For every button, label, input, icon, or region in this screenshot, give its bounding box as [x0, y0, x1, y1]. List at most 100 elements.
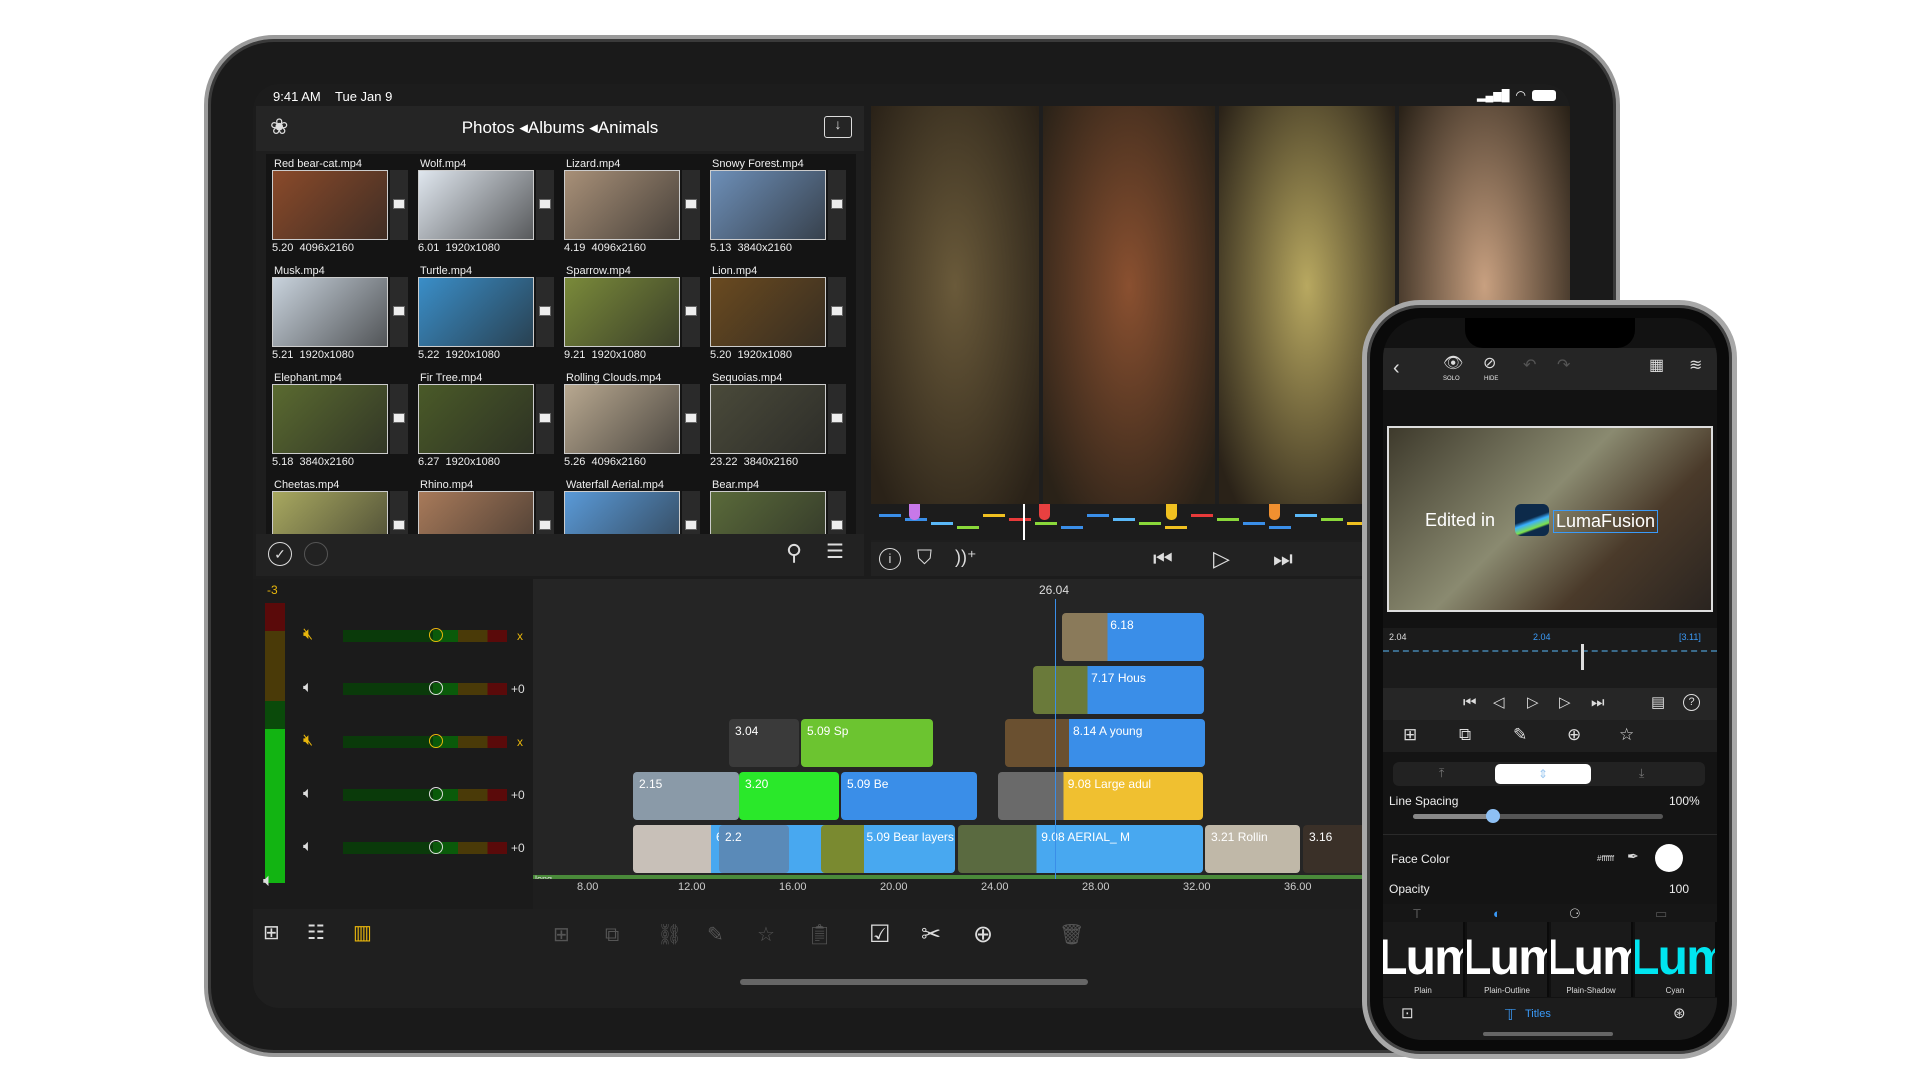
layers-icon[interactable]: ≋	[1689, 358, 1702, 374]
add-marker-icon[interactable]: ⛉	[917, 548, 932, 568]
edit-pencil-icon[interactable]: ✎	[707, 925, 724, 945]
overwrite-icon[interactable]: ⧉	[605, 925, 619, 945]
volume-knob[interactable]	[429, 840, 443, 854]
marker[interactable]	[1039, 504, 1050, 520]
solo-eye-icon[interactable]: 👁︎	[1443, 356, 1463, 372]
media-badge-icon[interactable]: ⊛	[1673, 1006, 1686, 1021]
play-icon[interactable]: ▷	[1213, 548, 1230, 570]
align-top-icon[interactable]: ⤒	[1439, 766, 1444, 781]
eyedropper-icon[interactable]: ✒	[1627, 848, 1639, 865]
media-tile[interactable]: Lion.mp4 5.20 1920x1080	[708, 265, 848, 370]
align-bottom-icon[interactable]: ⤓	[1639, 766, 1644, 781]
volume-slider[interactable]	[343, 842, 507, 854]
add-circle-icon[interactable]: ⊕	[973, 923, 993, 947]
step-forward-icon[interactable]: ▷	[1559, 695, 1571, 710]
undo-icon[interactable]: ↶	[1523, 358, 1536, 374]
timeline-clip[interactable]: 8.14 A young	[1005, 719, 1205, 767]
help-icon[interactable]: ?	[1683, 694, 1700, 711]
media-tile[interactable]: Waterfall Aerial.mp4	[562, 479, 702, 534]
record-icon[interactable]	[304, 542, 328, 566]
media-tile[interactable]: Red bear-cat.mp4 5.20 4096x2160	[270, 158, 410, 263]
color-style-icon[interactable]: ◐	[1493, 906, 1501, 921]
volume-knob[interactable]	[429, 787, 443, 801]
timeline-clip[interactable]: 7.17 Hous	[1033, 666, 1204, 714]
media-tile[interactable]: Fir Tree.mp4 6.27 1920x1080	[416, 372, 556, 477]
shapes-icon[interactable]: ⚆	[1569, 906, 1581, 922]
volume-knob[interactable]	[429, 734, 443, 748]
marker[interactable]	[909, 504, 920, 520]
import-icon[interactable]: ↓	[824, 116, 852, 138]
media-tile[interactable]: Turtle.mp4 5.22 1920x1080	[416, 265, 556, 370]
media-tile[interactable]: Lizard.mp4 4.19 4096x2160	[562, 158, 702, 263]
timeline-clip[interactable]: 5.09 Be	[841, 772, 977, 820]
redo-icon[interactable]: ↷	[1557, 358, 1570, 374]
volume-slider[interactable]	[343, 683, 507, 695]
titles-tab[interactable]: Titles	[1525, 1008, 1551, 1020]
select-checkbox-icon[interactable]: ☑	[869, 923, 891, 947]
media-tile[interactable]: Rhino.mp4	[416, 479, 556, 534]
edit-icon[interactable]: ✎	[1513, 726, 1527, 743]
media-tile[interactable]: Musk.mp4 5.21 1920x1080	[270, 265, 410, 370]
back-icon[interactable]: ‹	[1393, 358, 1400, 378]
media-tile[interactable]: Cheetas.mp4	[270, 479, 410, 534]
line-spacing-slider[interactable]	[1413, 809, 1663, 823]
track-list-icon[interactable]: ☷	[307, 923, 325, 943]
media-tile[interactable]: Sparrow.mp4 9.21 1920x1080	[562, 265, 702, 370]
playhead-line[interactable]	[1055, 599, 1056, 899]
skip-end-icon[interactable]: ⏭	[1591, 695, 1605, 710]
media-tile[interactable]: Snowy Forest.mp4 5.13 3840x2160	[708, 158, 848, 263]
speaker-icon[interactable]: 🔈︎	[303, 838, 313, 856]
add-icon[interactable]: ⊞	[1403, 726, 1417, 743]
media-tile[interactable]: Bear.mp4	[708, 479, 848, 534]
media-tile[interactable]: Rolling Clouds.mp4 5.26 4096x2160	[562, 372, 702, 477]
insert-icon[interactable]: ⊞	[553, 925, 570, 945]
breadcrumb[interactable]: Photos ◂Albums ◂Animals	[256, 118, 864, 138]
face-color-swatch[interactable]	[1655, 844, 1683, 872]
star-icon[interactable]: ☆	[1619, 726, 1634, 743]
scissors-icon[interactable]: ✂	[921, 923, 941, 947]
timeline-clip[interactable]: 2.2	[719, 825, 789, 873]
grid-position-icon[interactable]: ▦	[1649, 358, 1664, 374]
timeline-clip[interactable]: 2.15	[633, 772, 739, 820]
align-middle-button[interactable]: ⇕	[1495, 764, 1591, 784]
favorite-icon[interactable]: ☆	[757, 925, 775, 945]
voiceover-icon[interactable]: ))⁺	[955, 548, 977, 566]
title-style-tile[interactable]: LumaPlain	[1383, 922, 1465, 997]
add-layer-icon[interactable]: ⧉	[1459, 726, 1471, 743]
skip-back-icon[interactable]: ⏮	[1153, 548, 1173, 570]
clipboard-icon[interactable]: 📋︎	[807, 925, 832, 945]
search-icon[interactable]: ⚲	[786, 542, 802, 564]
text-style-icon[interactable]: T	[1413, 906, 1421, 921]
speaker-icon[interactable]: 🔈︎	[263, 871, 274, 889]
step-back-icon[interactable]: ◁	[1493, 695, 1505, 710]
effects-icon[interactable]: ⊡	[1401, 1006, 1414, 1021]
timeline-clip[interactable]: 9.08 Large adul	[998, 772, 1203, 820]
title-preview[interactable]: Edited in LumaFusion	[1387, 426, 1713, 612]
speaker-icon[interactable]: 🔈︎	[303, 679, 313, 697]
volume-slider[interactable]	[343, 736, 507, 748]
volume-knob[interactable]	[429, 681, 443, 695]
timeline-clip[interactable]: 5.09 Sp	[801, 719, 933, 767]
sort-list-icon[interactable]: ☰	[826, 542, 844, 562]
titles-tab-icon[interactable]: 𝕋	[1505, 1006, 1516, 1024]
title-style-tile[interactable]: LumaPlain-Shadow	[1551, 922, 1633, 997]
add-track-icon[interactable]: ⊞	[263, 923, 280, 943]
image-icon[interactable]: ▭	[1655, 906, 1667, 922]
mute-speaker-icon[interactable]: 🔇︎	[303, 626, 313, 644]
marker[interactable]	[1269, 504, 1280, 520]
volume-slider[interactable]	[343, 789, 507, 801]
select-check-icon[interactable]: ✓	[268, 542, 292, 566]
play-icon[interactable]: ▷	[1527, 695, 1539, 710]
audio-mixer-icon[interactable]: ▥	[353, 923, 372, 943]
timeline-clip[interactable]: 5.09 Bear layers.	[821, 825, 955, 873]
skip-forward-icon[interactable]: ⏭	[1273, 548, 1293, 570]
link-icon[interactable]: ⛓	[657, 925, 682, 945]
iphone-timeline[interactable]: 2.04 2.04 [3.11]	[1383, 628, 1717, 688]
slider-knob[interactable]	[1486, 809, 1500, 823]
timeline-clip[interactable]: 3.04	[729, 719, 799, 767]
timeline-clip[interactable]: 9.08 AERIAL_ M	[958, 825, 1203, 873]
mute-speaker-icon[interactable]: 🔇︎	[303, 732, 313, 750]
speaker-icon[interactable]: 🔈︎	[303, 785, 313, 803]
voiceover-mic-icon[interactable]: ⊕	[1567, 726, 1581, 743]
volume-slider[interactable]	[343, 630, 507, 642]
